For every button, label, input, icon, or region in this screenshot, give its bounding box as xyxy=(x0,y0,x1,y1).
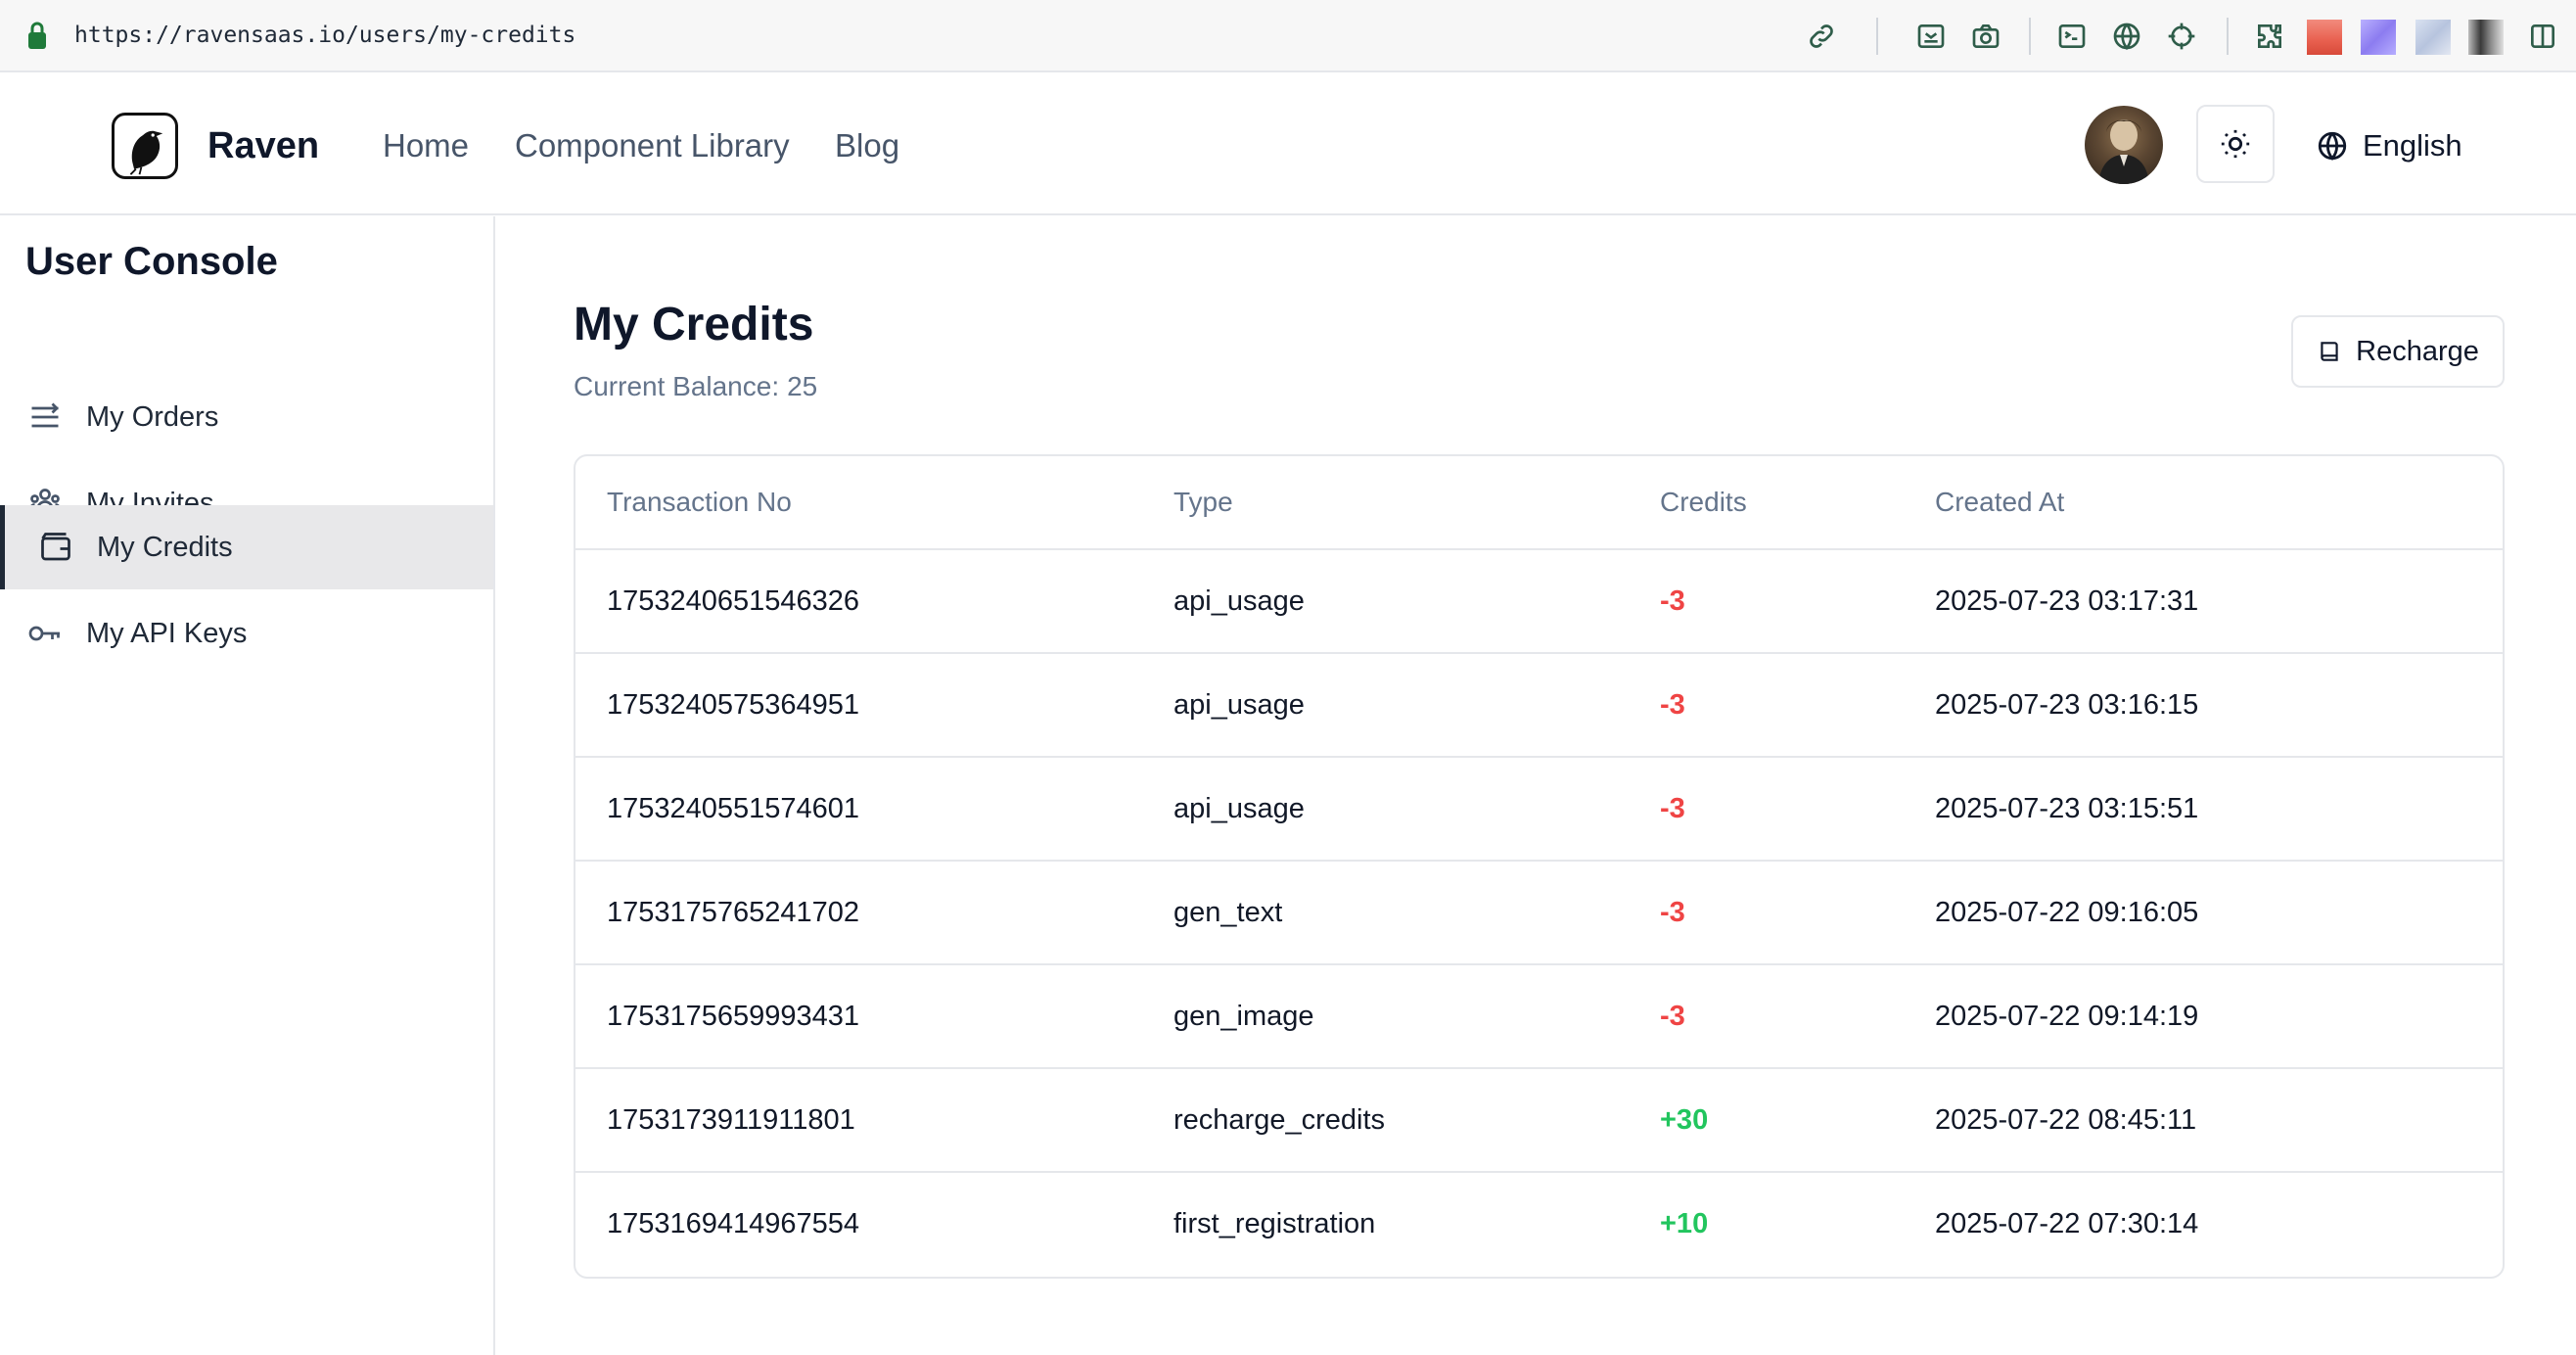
created-at: 2025-07-23 03:16:15 xyxy=(1935,689,2199,721)
transaction-no: 1753175659993431 xyxy=(607,1001,860,1032)
transaction-type: api_usage xyxy=(1173,793,1305,824)
created-at: 2025-07-22 08:45:11 xyxy=(1935,1104,2197,1136)
column-header-type: Type xyxy=(1173,487,1233,517)
toolbar-divider xyxy=(2029,18,2031,55)
nav-blog[interactable]: Blog xyxy=(835,126,899,165)
main-content: My Credits Current Balance: 25 Recharge T… xyxy=(497,216,2576,1355)
transaction-no: 1753240651546326 xyxy=(607,585,860,617)
page-title: My Credits xyxy=(574,299,814,350)
column-header-credits: Credits xyxy=(1660,487,1747,517)
created-at: 2025-07-22 09:14:19 xyxy=(1935,1001,2199,1032)
image-grab-icon[interactable] xyxy=(1913,19,1949,54)
created-at: 2025-07-22 07:30:14 xyxy=(1935,1208,2199,1239)
globe-icon xyxy=(2318,131,2347,161)
recharge-button[interactable]: Recharge xyxy=(2291,315,2505,388)
transaction-type: gen_text xyxy=(1173,897,1283,928)
table-row: 1753240651546326 api_usage -3 2025-07-23… xyxy=(575,550,2503,654)
credits-value: -3 xyxy=(1660,689,1685,721)
book-icon xyxy=(2321,342,2338,361)
transaction-type: first_registration xyxy=(1173,1208,1376,1239)
table-row: 1753175765241702 gen_text -3 2025-07-22 … xyxy=(575,862,2503,965)
puzzle-icon[interactable] xyxy=(2252,19,2287,54)
transaction-type: gen_image xyxy=(1173,1001,1314,1032)
globe-icon[interactable] xyxy=(2109,19,2144,54)
theme-toggle-button[interactable] xyxy=(2196,105,2275,183)
transaction-no: 1753175765241702 xyxy=(607,897,860,928)
language-selector[interactable]: English xyxy=(2316,122,2462,169)
avatar[interactable] xyxy=(2085,106,2163,184)
extension-swatch-icon[interactable] xyxy=(2307,20,2342,55)
site-header: Raven Home Component Library Blog Englis… xyxy=(0,73,2576,215)
link-icon[interactable] xyxy=(1804,19,1839,54)
transaction-no: 1753173911911801 xyxy=(607,1104,855,1136)
sidebar-item-label: My API Keys xyxy=(86,617,248,649)
transaction-type: api_usage xyxy=(1173,689,1305,721)
terminal-icon[interactable] xyxy=(2054,19,2090,54)
created-at: 2025-07-23 03:15:51 xyxy=(1935,793,2199,824)
table-row: 1753173911911801 recharge_credits +30 20… xyxy=(575,1069,2503,1173)
list-icon xyxy=(25,397,65,437)
key-icon xyxy=(25,614,65,653)
column-header-transaction-no: Transaction No xyxy=(607,487,792,517)
sidebar-item-my-orders[interactable]: My Orders xyxy=(0,375,493,459)
credits-value: -3 xyxy=(1660,897,1685,928)
transaction-no: 1753169414967554 xyxy=(607,1208,860,1239)
table-row: 1753175659993431 gen_image -3 2025-07-22… xyxy=(575,965,2503,1069)
browser-toolbar: https://ravensaas.io/users/my-credits xyxy=(0,0,2576,72)
sun-icon xyxy=(2221,129,2250,159)
sidebar-item-my-api-keys[interactable]: My API Keys xyxy=(0,591,493,676)
balance-label: Current Balance: xyxy=(574,371,780,401)
toolbar-divider xyxy=(2227,18,2229,55)
column-header-created-at: Created At xyxy=(1935,487,2065,517)
sidebar-toggle-icon[interactable] xyxy=(2525,19,2560,54)
table-row: 1753240575364951 api_usage -3 2025-07-23… xyxy=(575,654,2503,758)
extension-swatch-icon[interactable] xyxy=(2415,20,2451,55)
transaction-type: recharge_credits xyxy=(1173,1104,1385,1136)
sidebar-item-my-credits[interactable]: My Credits xyxy=(0,505,493,589)
current-balance: Current Balance: 25 xyxy=(574,370,817,403)
credits-value: +10 xyxy=(1660,1208,1709,1239)
recharge-label: Recharge xyxy=(2356,335,2479,367)
camera-icon[interactable] xyxy=(1968,19,2003,54)
table-header: Transaction No Type Credits Created At xyxy=(575,456,2503,550)
crosshair-icon[interactable] xyxy=(2164,19,2199,54)
nav-home[interactable]: Home xyxy=(383,126,469,165)
sidebar-item-label: My Orders xyxy=(86,400,219,433)
language-label: English xyxy=(2363,128,2462,163)
transaction-no: 1753240551574601 xyxy=(607,793,860,824)
wallet-icon xyxy=(36,528,75,567)
credits-value: -3 xyxy=(1660,1001,1685,1032)
brand-name[interactable]: Raven xyxy=(207,124,319,167)
table-row: 1753240551574601 api_usage -3 2025-07-23… xyxy=(575,758,2503,862)
sidebar: User Console My Orders My Invites My Cre… xyxy=(0,216,495,1355)
credits-value: -3 xyxy=(1660,793,1685,824)
toolbar-divider xyxy=(1876,18,1878,55)
extension-swatch-icon[interactable] xyxy=(2361,20,2396,55)
transaction-type: api_usage xyxy=(1173,585,1305,617)
transaction-no: 1753240575364951 xyxy=(607,689,860,721)
address-bar[interactable]: https://ravensaas.io/users/my-credits xyxy=(74,20,575,51)
extension-swatch-icon[interactable] xyxy=(2468,20,2504,55)
sidebar-item-label: My Credits xyxy=(97,531,233,563)
credits-value: -3 xyxy=(1660,585,1685,617)
balance-value: 25 xyxy=(787,371,818,401)
nav-component-library[interactable]: Component Library xyxy=(515,126,790,165)
created-at: 2025-07-23 03:17:31 xyxy=(1935,585,2199,617)
credits-table: Transaction No Type Credits Created At 1… xyxy=(574,454,2505,1279)
sidebar-title: User Console xyxy=(25,240,278,283)
raven-logo[interactable] xyxy=(112,113,178,179)
table-row: 1753169414967554 first_registration +10 … xyxy=(575,1173,2503,1277)
credits-value: +30 xyxy=(1660,1104,1709,1136)
lock-icon xyxy=(28,22,46,49)
created-at: 2025-07-22 09:16:05 xyxy=(1935,897,2199,928)
